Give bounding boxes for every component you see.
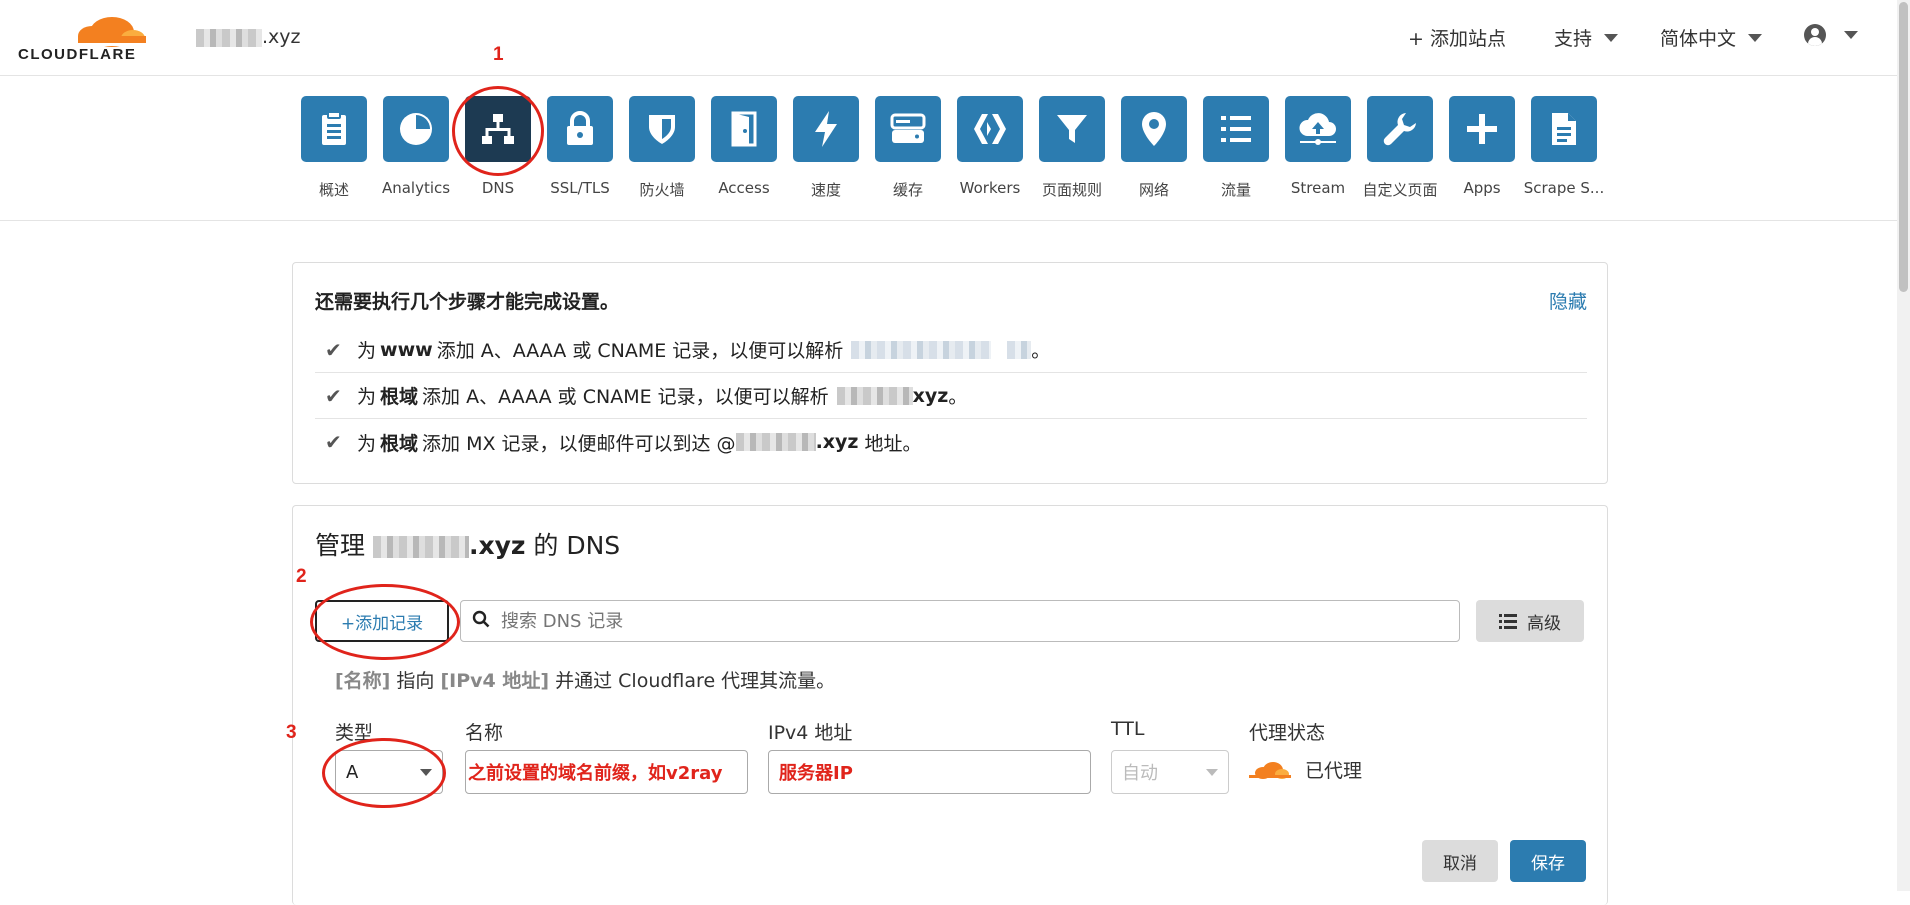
redacted-domain	[196, 28, 262, 47]
chevron-down-icon	[1206, 769, 1218, 776]
filter-icon	[1057, 115, 1087, 143]
cloudflare-logo[interactable]: CLOUDFLARE	[18, 12, 158, 63]
name-input[interactable]: 之前设置的域名前缀，如v2ray	[465, 750, 748, 794]
add-site-link[interactable]: + 添加站点	[1408, 24, 1506, 51]
nav-apps[interactable]: Apps	[1449, 96, 1515, 197]
nav-page-rules[interactable]: 页面规则	[1039, 96, 1105, 200]
nav-overview[interactable]: 概述	[301, 96, 367, 200]
checkmark-icon: ✔	[325, 337, 342, 362]
name-label: 名称	[465, 722, 504, 744]
list-icon	[1221, 116, 1251, 142]
page-icon	[1552, 113, 1576, 145]
nav-analytics[interactable]: Analytics	[382, 96, 450, 197]
type-label: 类型	[335, 722, 374, 744]
lock-icon	[567, 111, 593, 145]
record-hint: [名称] 指向 [IPv4 地址] 并通过 Cloudflare 代理其流量。	[335, 670, 836, 692]
wrench-icon	[1383, 113, 1416, 146]
shield-icon	[649, 115, 675, 144]
door-icon	[731, 111, 757, 147]
nav-custom-pages[interactable]: 自定义页面	[1362, 96, 1438, 200]
redacted-domain	[372, 536, 469, 558]
annotation-number: 2	[296, 566, 307, 587]
user-avatar-icon	[1804, 24, 1826, 46]
nav-ssl-tls[interactable]: SSL/TLS	[547, 96, 613, 197]
add-record-button[interactable]: +添加记录	[315, 600, 449, 642]
setup-step: ✔ 为 根域 添加 MX 记录，以便邮件可以到达 @ .xyz 地址。	[325, 430, 922, 455]
location-pin-icon	[1142, 112, 1166, 146]
document-icon	[322, 112, 346, 145]
setup-step: ✔ 为 www 添加 A、AAAA 或 CNAME 记录，以便可以解析 。	[315, 327, 1587, 373]
network-icon	[482, 114, 514, 144]
nav-caching[interactable]: 缓存	[875, 96, 941, 200]
advanced-button[interactable]: 高级	[1476, 600, 1584, 642]
checkmark-icon: ✔	[325, 383, 342, 408]
product-nav: 概述 Analytics DNS SSL/TLS 防火墙 Access 速度 缓…	[0, 76, 1910, 221]
cancel-button[interactable]: 取消	[1422, 840, 1498, 882]
dns-search-box[interactable]	[460, 600, 1460, 642]
nav-firewall[interactable]: 防火墙	[629, 96, 695, 200]
nav-speed[interactable]: 速度	[793, 96, 859, 200]
cloud-logo-icon	[78, 17, 158, 47]
dns-title: 管理 .xyz 的 DNS	[315, 531, 621, 560]
annotation-number: 1	[493, 44, 504, 65]
redacted-domain	[735, 433, 816, 451]
chevron-down-icon	[420, 769, 432, 776]
nav-scrape-shield[interactable]: Scrape S...	[1524, 96, 1604, 197]
annotation-number: 3	[286, 722, 297, 743]
hide-link[interactable]: 隐藏	[1549, 287, 1587, 314]
setup-title: 还需要执行几个步骤才能完成设置。	[315, 291, 620, 313]
proxy-status-toggle[interactable]: 已代理	[1249, 756, 1362, 783]
dns-search-input[interactable]	[501, 610, 1459, 632]
ipv4-input[interactable]: 服务器IP	[768, 750, 1091, 794]
ttl-select: 自动	[1111, 750, 1229, 794]
dns-management-card: 管理 .xyz 的 DNS +添加记录 高级 [名称] 指向 [IPv4 地址]…	[292, 505, 1608, 905]
nav-stream[interactable]: Stream	[1285, 96, 1351, 197]
nav-workers[interactable]: Workers	[957, 96, 1023, 197]
orange-cloud-icon	[1249, 761, 1291, 779]
setup-steps-card: 还需要执行几个步骤才能完成设置。 隐藏 ✔ 为 www 添加 A、AAAA 或 …	[292, 262, 1608, 484]
save-button[interactable]: 保存	[1510, 840, 1586, 882]
nav-access[interactable]: Access	[711, 96, 777, 197]
server-icon	[890, 113, 926, 143]
redacted-domain	[836, 386, 913, 405]
search-icon	[461, 610, 501, 633]
workers-icon	[974, 114, 1006, 144]
plus-icon	[1467, 114, 1497, 144]
scrollbar[interactable]	[1897, 0, 1910, 891]
pie-chart-icon	[400, 113, 432, 145]
setup-step: ✔ 为 根域 添加 A、AAAA 或 CNAME 记录，以便可以解析 xyz 。	[315, 373, 1587, 419]
scrollbar-thumb[interactable]	[1899, 2, 1908, 292]
proxy-status-label: 代理状态	[1249, 722, 1326, 744]
ttl-label: TTL	[1111, 718, 1145, 740]
list-icon	[1499, 614, 1517, 629]
nav-network[interactable]: 网络	[1121, 96, 1187, 200]
account-menu[interactable]	[1804, 24, 1858, 46]
chevron-down-icon	[1748, 33, 1763, 42]
redacted-domain	[1007, 340, 1032, 359]
cloud-upload-icon	[1299, 113, 1336, 145]
lightning-icon	[815, 111, 837, 147]
top-bar: CLOUDFLARE .xyz + 添加站点 支持 简体中文	[0, 0, 1910, 76]
current-domain[interactable]: .xyz	[196, 26, 301, 48]
nav-dns[interactable]: DNS	[465, 96, 531, 197]
chevron-down-icon	[1844, 31, 1858, 39]
language-menu[interactable]: 简体中文	[1660, 24, 1763, 51]
ipv4-label: IPv4 地址	[768, 722, 853, 744]
logo-wordmark: CLOUDFLARE	[18, 46, 137, 63]
checkmark-icon: ✔	[325, 430, 342, 454]
type-select[interactable]: A	[335, 750, 443, 794]
nav-traffic[interactable]: 流量	[1203, 96, 1269, 200]
support-menu[interactable]: 支持	[1554, 24, 1619, 51]
chevron-down-icon	[1604, 33, 1619, 42]
redacted-domain	[851, 340, 992, 359]
